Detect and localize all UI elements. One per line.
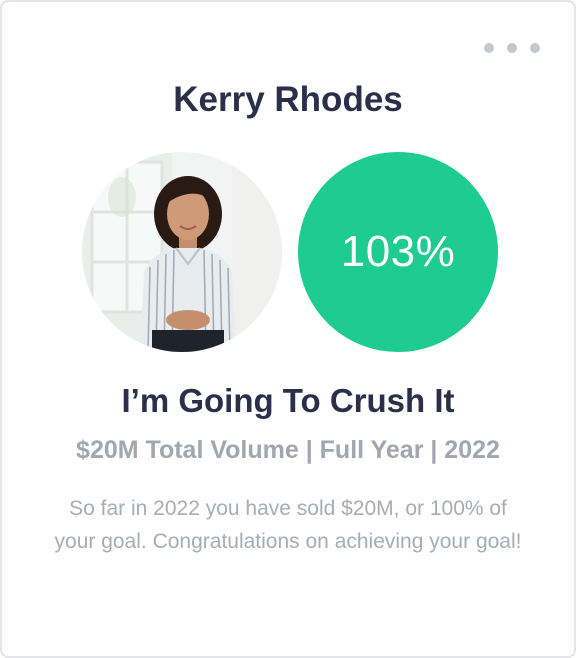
more-dot-icon bbox=[530, 43, 540, 53]
avatar bbox=[82, 152, 282, 352]
goal-message: So far in 2022 you have sold $20M, or 10… bbox=[54, 497, 522, 553]
goal-progress-value: 103% bbox=[340, 227, 456, 276]
more-options-button[interactable] bbox=[484, 40, 540, 56]
goal-subtitle: $20M Total Volume | Full Year | 2022 bbox=[76, 436, 500, 464]
user-name: Kerry Rhodes bbox=[173, 80, 403, 119]
goal-title: I’m Going To Crush It bbox=[121, 382, 455, 419]
more-dot-icon bbox=[507, 43, 517, 53]
goal-card: Kerry Rhodes 103% I’m Going To Crush It … bbox=[0, 0, 576, 658]
goal-progress-circle: 103% bbox=[298, 152, 498, 352]
more-dot-icon bbox=[484, 43, 494, 53]
